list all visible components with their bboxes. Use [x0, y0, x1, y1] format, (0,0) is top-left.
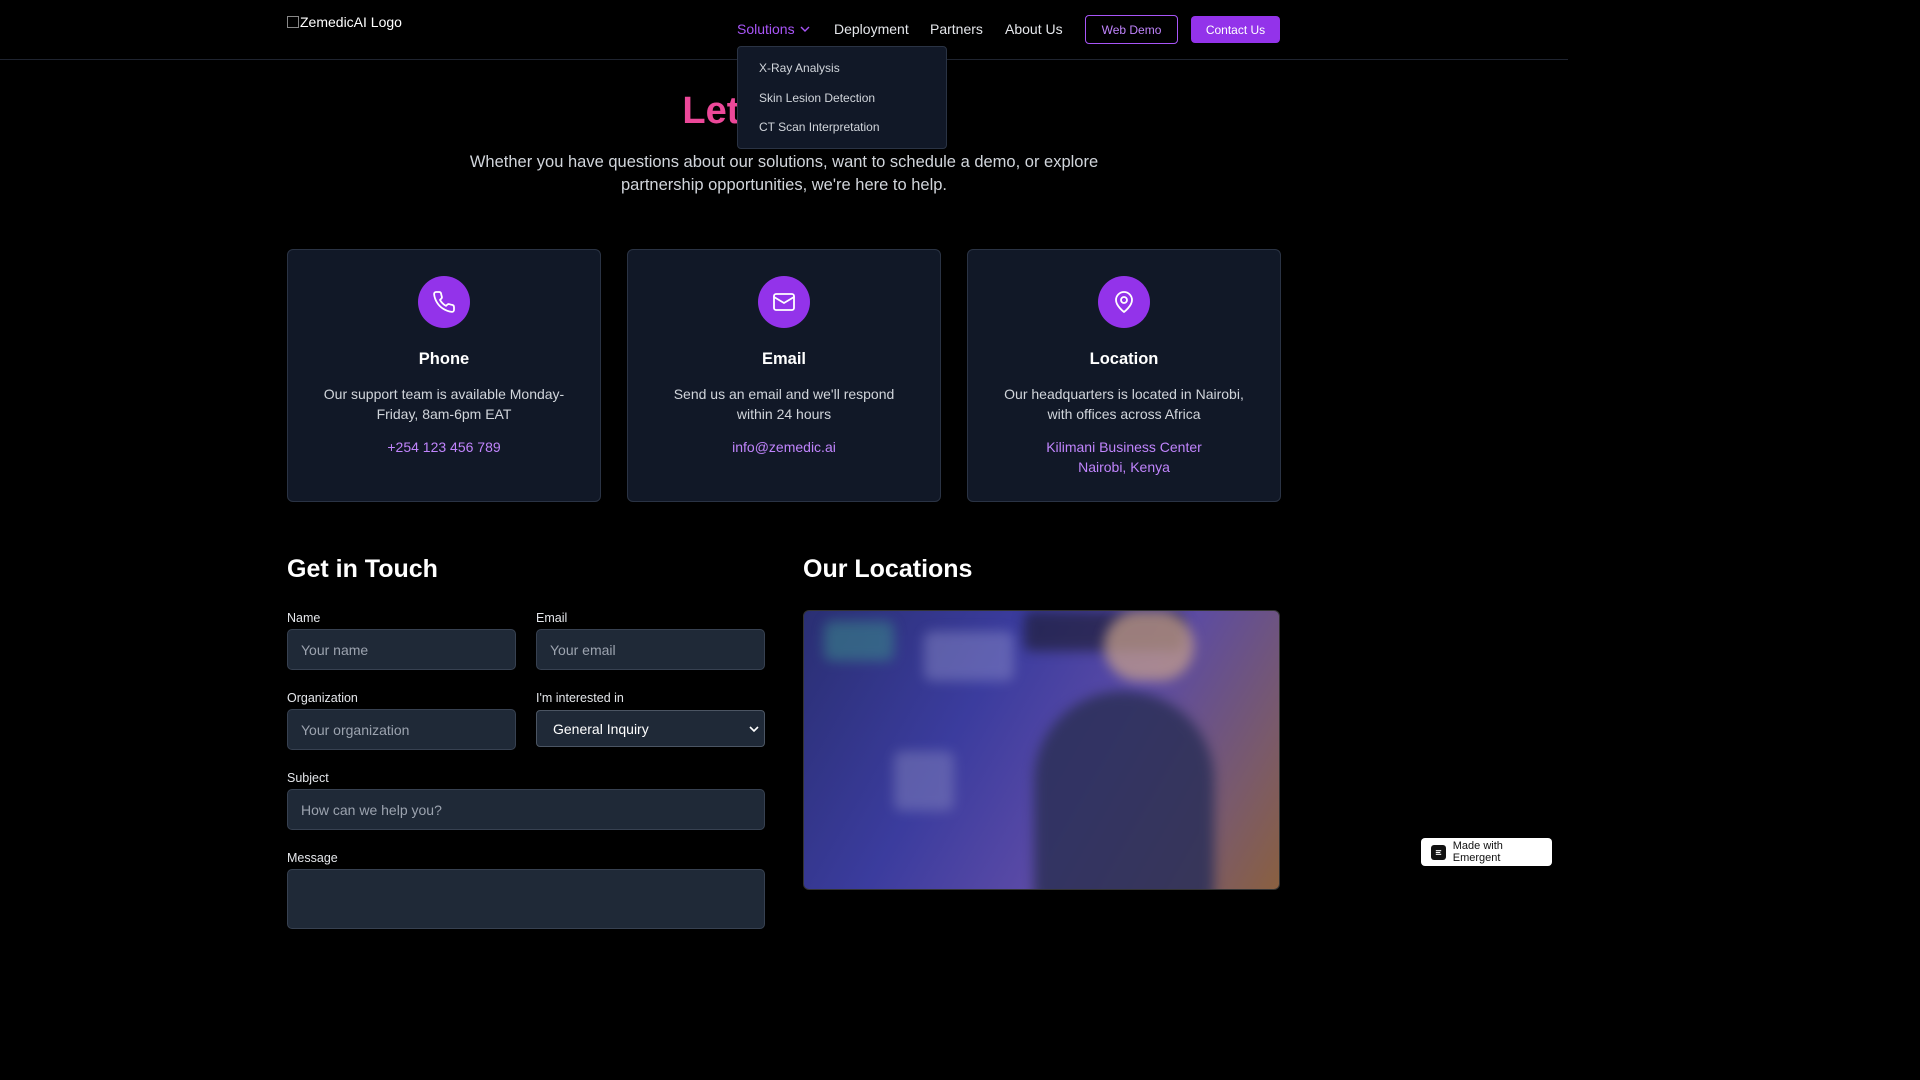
form-title: Get in Touch — [287, 555, 438, 583]
subject-label: Subject — [287, 771, 329, 785]
contact-card-location: Location Our headquarters is located in … — [967, 249, 1281, 502]
dropdown-item-skin-lesion[interactable]: Skin Lesion Detection — [759, 91, 875, 105]
card-title: Phone — [418, 350, 470, 368]
interest-label: I'm interested in — [536, 691, 624, 705]
phone-link[interactable]: +254 123 456 789 — [288, 437, 600, 457]
message-textarea[interactable] — [287, 869, 765, 929]
dropdown-item-xray[interactable]: X-Ray Analysis — [759, 61, 840, 75]
address-line-2[interactable]: Nairobi, Kenya — [968, 457, 1280, 477]
contact-card-phone: Phone Our support team is available Mond… — [287, 249, 601, 502]
logo-alt-text: ZemedicAI Logo — [300, 14, 402, 30]
address-line-1[interactable]: Kilimani Business Center — [968, 437, 1280, 457]
page-subtitle: Whether you have questions about our sol… — [469, 153, 1099, 194]
broken-image-icon — [287, 16, 299, 28]
nav-solutions[interactable]: Solutions — [737, 21, 811, 37]
nav-about[interactable]: About Us — [1005, 21, 1063, 37]
made-with-emergent-badge[interactable]: Made with Emergent — [1421, 838, 1552, 866]
card-description: Send us an email and we'll respond withi… — [673, 386, 895, 422]
message-label: Message — [287, 851, 338, 865]
card-title: Location — [1089, 350, 1159, 368]
badge-label: Made with Emergent — [1452, 840, 1503, 864]
nav-deployment[interactable]: Deployment — [834, 21, 909, 37]
organization-input[interactable]: Your organization — [287, 709, 516, 750]
dropdown-item-ct-scan[interactable]: CT Scan Interpretation — [759, 120, 880, 134]
name-input[interactable]: Your name — [287, 629, 516, 670]
card-title: Email — [761, 350, 807, 368]
chevron-down-icon — [749, 726, 759, 733]
email-link[interactable]: info@zemedic.ai — [628, 437, 940, 457]
interest-select-value: General Inquiry — [553, 720, 649, 737]
logo[interactable]: ZemedicAI Logo — [287, 14, 402, 30]
subject-input[interactable]: How can we help you? — [287, 789, 765, 830]
location-icon — [1098, 276, 1150, 328]
nav-partners[interactable]: Partners — [930, 21, 983, 37]
chevron-down-icon — [800, 26, 810, 32]
solutions-dropdown: X-Ray Analysis Skin Lesion Detection CT … — [737, 46, 947, 149]
contact-card-email: Email Send us an email and we'll respond… — [627, 249, 941, 502]
card-description: Our headquarters is located in Nairobi, … — [1004, 386, 1244, 422]
locations-title: Our Locations — [803, 555, 973, 583]
email-input[interactable]: Your email — [536, 629, 765, 670]
nav-solutions-label: Solutions — [737, 21, 795, 37]
name-label: Name — [287, 611, 321, 625]
phone-icon — [418, 276, 470, 328]
locations-image — [803, 610, 1280, 890]
organization-label: Organization — [287, 691, 358, 705]
web-demo-button[interactable]: Web Demo — [1085, 15, 1178, 44]
interest-select[interactable]: General Inquiry — [536, 710, 765, 747]
card-description: Our support team is available Monday-Fri… — [323, 386, 565, 422]
emergent-logo-icon — [1431, 844, 1446, 860]
contact-us-button[interactable]: Contact Us — [1191, 16, 1280, 43]
email-label: Email — [536, 611, 568, 625]
mail-icon — [758, 276, 810, 328]
